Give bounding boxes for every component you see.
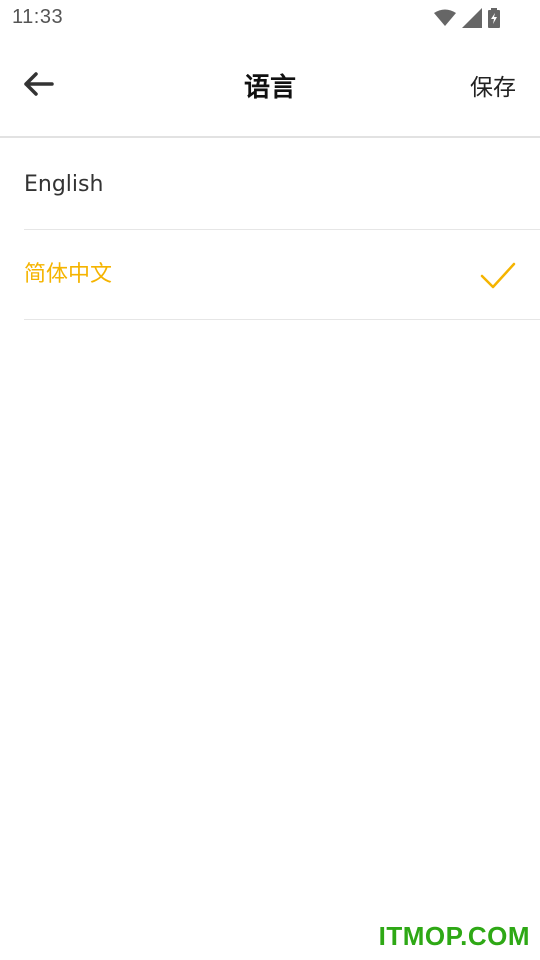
language-label: English <box>24 172 104 197</box>
language-option-english[interactable]: English <box>24 140 540 230</box>
page-title: 语言 <box>243 73 296 103</box>
language-label: 简体中文 <box>24 262 113 287</box>
cell-signal-icon <box>462 8 482 28</box>
status-bar: 11:33 <box>0 0 540 36</box>
save-button[interactable]: 保存 <box>470 68 516 108</box>
language-settings-screen: 11:33 语言 保存 English 简体中文 ITMOP.COM <box>0 0 540 960</box>
battery-charging-icon <box>488 8 500 28</box>
watermark: ITMOP.COM <box>378 921 530 951</box>
checkmark-icon <box>480 258 516 294</box>
status-time: 11:33 <box>12 6 64 28</box>
status-icons <box>434 7 500 29</box>
wifi-icon <box>434 9 456 27</box>
language-option-simplified-chinese[interactable]: 简体中文 <box>24 230 540 320</box>
language-list: English 简体中文 <box>24 140 540 320</box>
toolbar: 语言 保存 <box>0 36 540 138</box>
